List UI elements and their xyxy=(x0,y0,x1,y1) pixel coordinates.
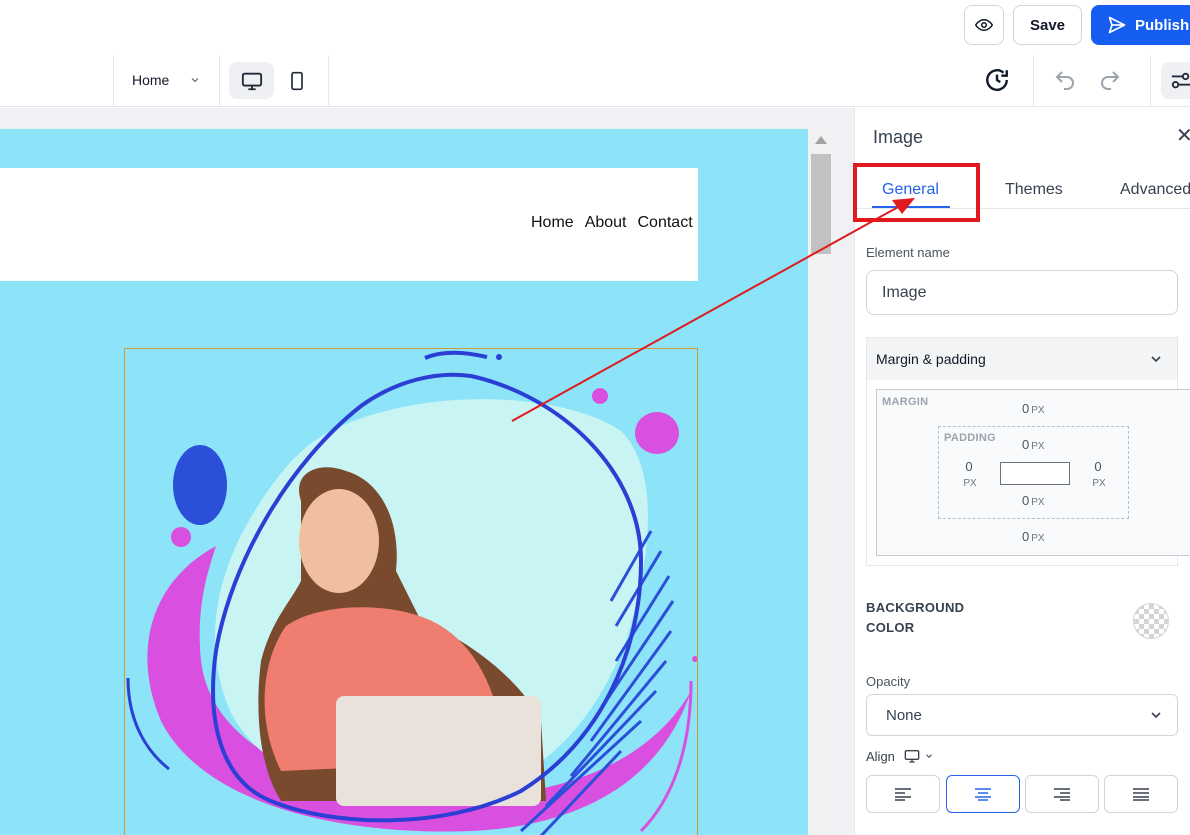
align-right-icon xyxy=(1054,788,1070,801)
padding-right-value[interactable]: 0 PX xyxy=(1086,458,1110,492)
opacity-select[interactable]: None xyxy=(866,694,1178,736)
chevron-down-icon[interactable] xyxy=(1148,707,1164,723)
desktop-icon xyxy=(241,72,262,90)
settings-button[interactable] xyxy=(1161,62,1190,99)
preview-button[interactable] xyxy=(964,5,1004,45)
element-name-input[interactable]: Image xyxy=(866,270,1178,315)
redo-button[interactable] xyxy=(1098,68,1122,92)
desktop-icon xyxy=(904,750,920,763)
publish-button[interactable]: Publish xyxy=(1091,5,1190,45)
divider xyxy=(1033,55,1034,106)
chevron-down-icon xyxy=(926,754,932,758)
unit-label: PX xyxy=(1031,441,1045,452)
padding-right-number: 0 xyxy=(1094,459,1102,474)
margin-caption: MARGIN xyxy=(882,396,929,408)
publish-label: Publish xyxy=(1135,16,1190,34)
align-left-icon xyxy=(895,788,911,801)
background-color-label-line1: BACKGROUND xyxy=(866,600,965,615)
unit-label: PX xyxy=(1031,497,1045,508)
page-select-value: Home xyxy=(132,72,170,88)
nav-link-home[interactable]: Home xyxy=(531,214,574,232)
align-justify-icon xyxy=(1133,788,1149,801)
padding-bottom-number: 0 xyxy=(1022,493,1030,508)
align-center-button[interactable] xyxy=(946,775,1020,813)
align-label: Align xyxy=(866,748,895,764)
device-mobile-button[interactable] xyxy=(280,62,314,99)
background-color-label: BACKGROUND COLOR xyxy=(866,598,964,638)
align-center-icon xyxy=(975,788,991,801)
margin-bottom-value[interactable]: 0 PX xyxy=(1022,529,1045,544)
unit-label: PX xyxy=(1031,533,1045,544)
margin-bottom-number: 0 xyxy=(1022,529,1030,544)
nav-link-about[interactable]: About xyxy=(585,214,627,232)
top-bar xyxy=(0,0,1190,52)
tab-advanced[interactable]: Advanced xyxy=(1120,181,1190,199)
close-icon[interactable]: ✕ xyxy=(1176,126,1190,146)
padding-top-number: 0 xyxy=(1022,437,1030,452)
history-icon xyxy=(986,69,1008,91)
unit-label: PX xyxy=(1092,478,1106,489)
scroll-up-arrow-icon[interactable] xyxy=(815,136,827,144)
unit-label: PX xyxy=(963,478,977,489)
padding-caption: PADDING xyxy=(944,432,997,444)
tab-themes[interactable]: Themes xyxy=(1005,181,1063,199)
align-device-toggle[interactable] xyxy=(903,748,934,764)
padding-left-number: 0 xyxy=(965,459,973,474)
divider xyxy=(113,55,114,106)
background-color-swatch[interactable] xyxy=(1133,603,1169,639)
margin-padding-header[interactable]: Margin & padding xyxy=(867,338,1177,380)
divider xyxy=(219,55,220,106)
scrollbar-thumb[interactable] xyxy=(811,154,831,254)
align-justify-button[interactable] xyxy=(1104,775,1178,813)
divider xyxy=(1150,55,1151,106)
selected-image-element[interactable] xyxy=(124,348,698,835)
page-select[interactable]: Home xyxy=(132,72,201,88)
align-right-button[interactable] xyxy=(1025,775,1099,813)
settings-sliders-icon xyxy=(1171,72,1190,88)
chevron-down-icon xyxy=(191,78,199,83)
margin-top-number: 0 xyxy=(1022,401,1030,416)
redo-icon xyxy=(1101,71,1120,90)
background-color-label-line2: COLOR xyxy=(866,620,915,635)
panel-title: Image xyxy=(873,127,924,147)
site-nav: Home About Contact xyxy=(531,214,693,232)
send-icon xyxy=(1108,16,1126,34)
nav-link-contact[interactable]: Contact xyxy=(638,214,693,232)
undo-icon xyxy=(1055,71,1074,90)
align-left-button[interactable] xyxy=(866,775,940,813)
padding-top-value[interactable]: 0 PX xyxy=(1022,437,1045,452)
margin-top-value[interactable]: 0 PX xyxy=(1022,401,1045,416)
history-button[interactable] xyxy=(984,67,1010,93)
unit-label: PX xyxy=(1031,405,1045,416)
chevron-down-icon[interactable] xyxy=(1148,351,1164,367)
mobile-icon xyxy=(291,71,303,90)
align-label-row: Align xyxy=(866,748,934,764)
device-desktop-button[interactable] xyxy=(229,62,274,99)
eye-icon xyxy=(975,18,993,32)
element-name-label: Element name xyxy=(866,245,950,260)
padding-bottom-value[interactable]: 0 PX xyxy=(1022,493,1045,508)
save-button[interactable]: Save xyxy=(1013,5,1082,45)
highlight-box xyxy=(853,163,980,222)
divider xyxy=(328,55,329,106)
undo-button[interactable] xyxy=(1053,68,1077,92)
content-box xyxy=(1000,462,1070,485)
opacity-label: Opacity xyxy=(866,674,911,689)
padding-left-value[interactable]: 0 PX xyxy=(957,458,981,492)
hero-illustration xyxy=(126,350,697,835)
